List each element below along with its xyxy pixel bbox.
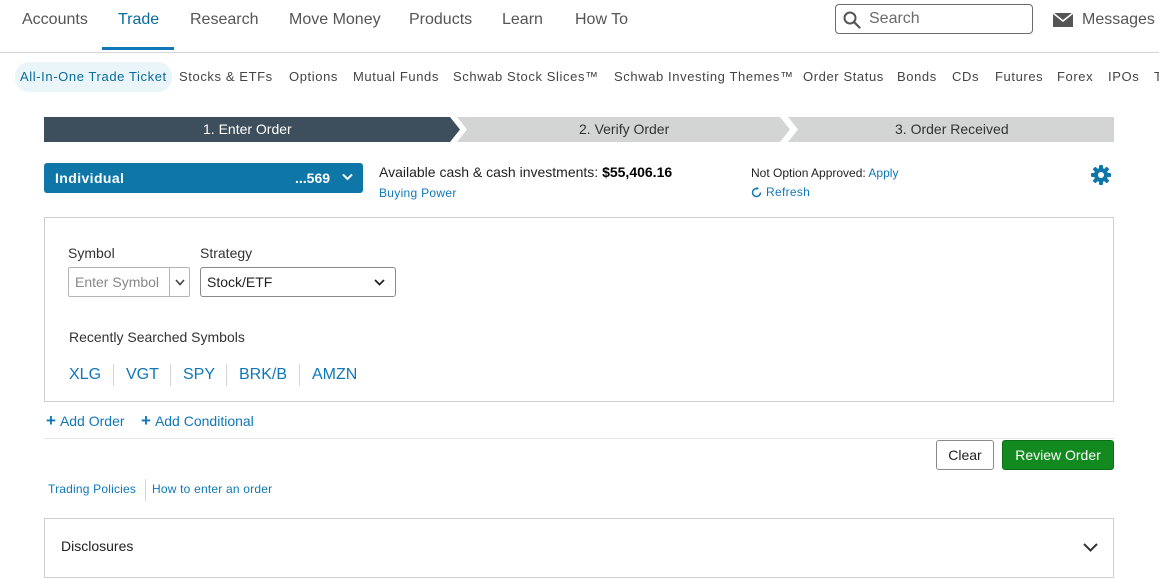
subnav-futures[interactable]: Futures xyxy=(995,62,1043,92)
subnav-stocks-etfs[interactable]: Stocks & ETFs xyxy=(179,62,273,92)
step-verify-order: 2. Verify Order xyxy=(579,121,670,137)
refresh-label: Refresh xyxy=(766,185,811,199)
messages-label: Messages xyxy=(1082,11,1155,28)
chevron-down-icon xyxy=(1083,543,1098,552)
cash-label: Available cash & cash investments: xyxy=(379,164,599,180)
symbol-dropdown-button[interactable] xyxy=(169,268,190,296)
disclosures-title: Disclosures xyxy=(61,538,134,554)
buying-power-link[interactable]: Buying Power xyxy=(379,186,457,200)
subnav-order-status[interactable]: Order Status xyxy=(803,62,884,92)
recent-symbol-spy[interactable]: SPY xyxy=(183,365,215,385)
cash-value: $55,406.16 xyxy=(602,164,673,180)
chevron-down-icon xyxy=(175,279,185,286)
clear-button[interactable]: Clear xyxy=(936,440,994,470)
step-order-received: 3. Order Received xyxy=(895,121,1009,137)
recent-symbol-xlg[interactable]: XLG xyxy=(69,365,101,385)
disclosures-panel[interactable]: Disclosures xyxy=(44,518,1114,578)
plus-icon: + xyxy=(46,411,56,430)
how-to-enter-order-link[interactable]: How to enter an order xyxy=(152,482,272,496)
refresh-icon xyxy=(751,187,762,198)
top-nav: Accounts Trade Research Move Money Produ… xyxy=(0,0,1159,53)
nav-move-money[interactable]: Move Money xyxy=(289,0,381,51)
account-number: ...569 xyxy=(295,170,331,186)
recent-symbol-brkb[interactable]: BRK/B xyxy=(239,365,287,385)
nav-how-to[interactable]: How To xyxy=(575,0,628,51)
add-conditional-link[interactable]: + Add Conditional xyxy=(141,411,254,431)
trading-policies-link[interactable]: Trading Policies xyxy=(48,482,136,496)
subnav-forex[interactable]: Forex xyxy=(1057,62,1093,92)
strategy-select[interactable]: Stock/ETF xyxy=(200,267,396,297)
nav-trade[interactable]: Trade xyxy=(118,0,159,51)
subnav-more[interactable]: T xyxy=(1154,62,1159,92)
step-enter-order: 1. Enter Order xyxy=(203,121,292,137)
nav-research[interactable]: Research xyxy=(190,0,258,51)
account-name: Individual xyxy=(55,170,125,186)
recent-symbol-vgt[interactable]: VGT xyxy=(126,365,159,385)
search-icon xyxy=(843,11,861,29)
strategy-value: Stock/ETF xyxy=(207,274,273,290)
add-order-label: Add Order xyxy=(59,413,125,429)
subnav-cds[interactable]: CDs xyxy=(952,62,979,92)
symbol-input[interactable]: Enter Symbol xyxy=(68,267,190,297)
subnav-stock-slices[interactable]: Schwab Stock Slices™ xyxy=(453,62,599,92)
symbol-placeholder: Enter Symbol xyxy=(75,274,160,290)
messages-link[interactable]: Messages xyxy=(1053,0,1155,40)
nav-accounts[interactable]: Accounts xyxy=(22,0,88,51)
subnav-mutual-funds[interactable]: Mutual Funds xyxy=(353,62,439,92)
add-conditional-label: Add Conditional xyxy=(154,413,254,429)
available-cash: Available cash & cash investments: $55,4… xyxy=(379,164,672,180)
symbol-label: Symbol xyxy=(68,245,115,261)
option-status-text: Not Option Approved: xyxy=(751,166,866,180)
envelope-icon xyxy=(1053,13,1073,27)
subnav-ipos[interactable]: IPOs xyxy=(1108,62,1139,92)
subnav-investing-themes[interactable]: Schwab Investing Themes™ xyxy=(614,62,794,92)
account-selector[interactable]: Individual ...569 xyxy=(44,163,363,193)
gear-icon[interactable] xyxy=(1090,164,1112,186)
nav-products[interactable]: Products xyxy=(409,0,472,51)
subnav-all-in-one[interactable]: All-In-One Trade Ticket xyxy=(15,62,172,92)
plus-icon: + xyxy=(141,411,151,430)
divider xyxy=(113,364,114,386)
divider xyxy=(170,364,171,386)
recent-symbol-amzn[interactable]: AMZN xyxy=(312,365,357,385)
nav-learn[interactable]: Learn xyxy=(502,0,543,51)
divider xyxy=(145,479,146,501)
strategy-label: Strategy xyxy=(200,245,253,261)
divider xyxy=(299,364,300,386)
subnav-options[interactable]: Options xyxy=(289,62,338,92)
order-steps: 1. Enter Order 2. Verify Order 3. Order … xyxy=(44,117,1114,142)
chevron-down-icon xyxy=(342,173,353,181)
option-approval-status: Not Option Approved: Apply xyxy=(751,166,898,180)
refresh-link[interactable]: Refresh xyxy=(751,185,810,199)
search-input[interactable]: Search xyxy=(835,4,1033,34)
trade-sub-nav: All-In-One Trade Ticket Stocks & ETFs Op… xyxy=(0,62,1159,92)
search-placeholder: Search xyxy=(869,10,920,27)
divider xyxy=(226,364,227,386)
subnav-bonds[interactable]: Bonds xyxy=(897,62,937,92)
add-order-link[interactable]: + Add Order xyxy=(46,411,125,431)
review-order-button[interactable]: Review Order xyxy=(1002,440,1114,470)
active-tab-indicator xyxy=(102,47,174,50)
divider xyxy=(44,438,1114,439)
chevron-down-icon xyxy=(374,279,385,286)
recent-symbols-label: Recently Searched Symbols xyxy=(69,329,245,345)
apply-link[interactable]: Apply xyxy=(868,166,898,180)
